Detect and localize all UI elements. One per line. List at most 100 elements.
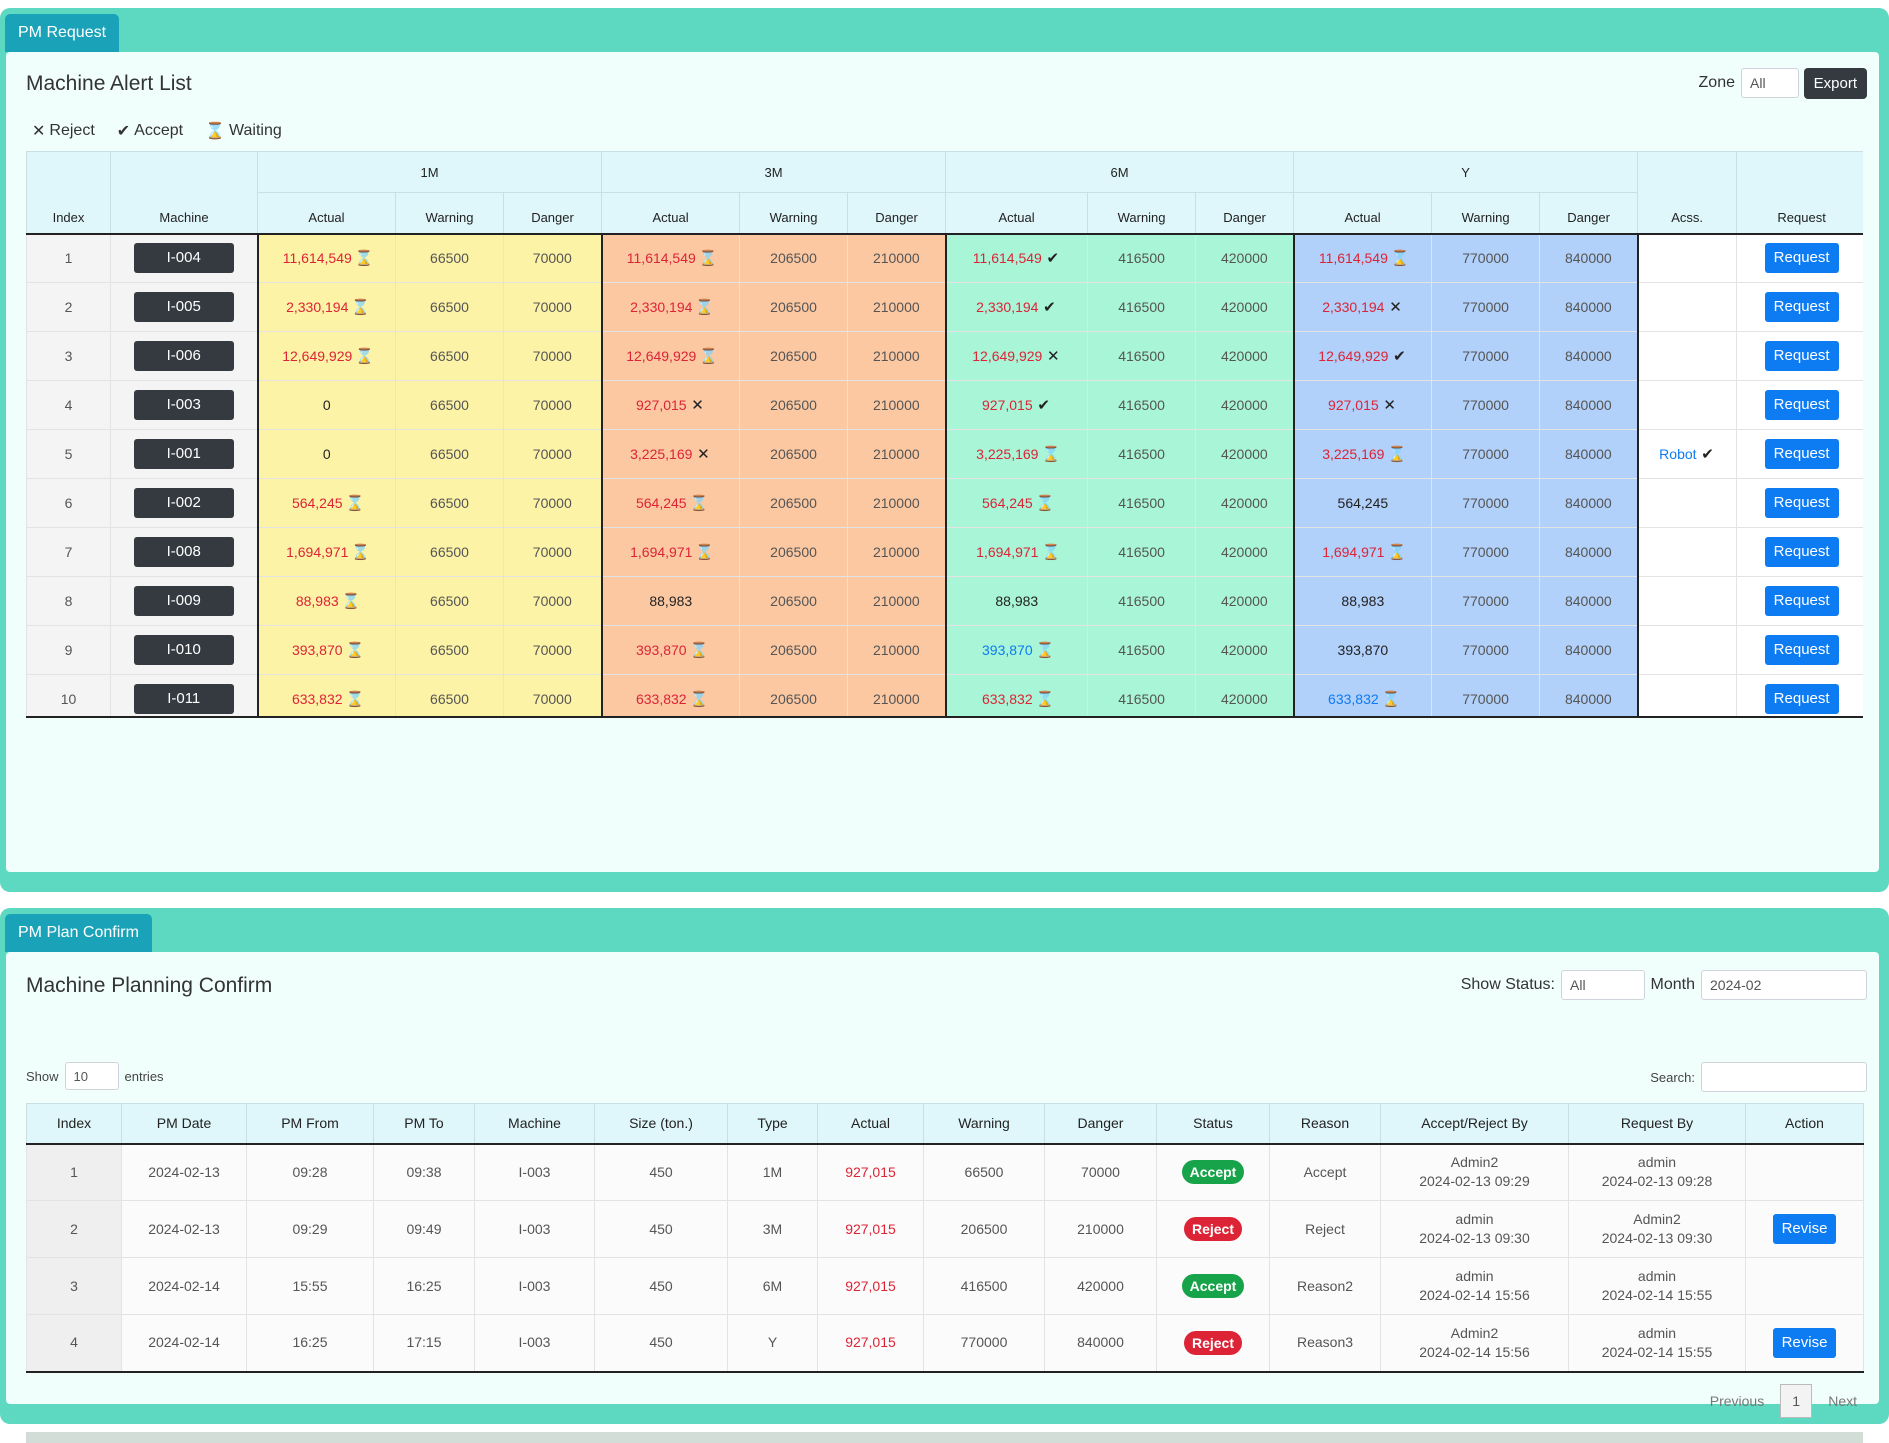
accept-reject-by-cell: Admin2 2024-02-14 15:56 xyxy=(1380,1314,1569,1372)
actual-value: 393,870 xyxy=(635,642,687,658)
actual-value: 11,614,549 xyxy=(1318,250,1388,267)
zone-select[interactable]: All xyxy=(1741,68,1799,98)
revise-button[interactable]: Revise xyxy=(1772,1214,1837,1244)
col-type[interactable]: Type xyxy=(727,1103,818,1144)
warning-cell: 770000 xyxy=(1431,625,1541,675)
page-length-select[interactable]: 10 xyxy=(64,1062,119,1090)
col-accept-reject-by[interactable]: Accept/Reject By xyxy=(1380,1103,1569,1144)
machine-cell: I-009 xyxy=(110,576,258,626)
actual-cell: 12,649,929 ⌛ xyxy=(256,331,396,381)
tab-pm-plan-confirm[interactable]: PM Plan Confirm xyxy=(5,914,152,952)
next-button[interactable]: Next xyxy=(1828,1393,1857,1409)
col-warning[interactable]: Warning xyxy=(923,1103,1045,1144)
request-button[interactable]: Request xyxy=(1764,292,1839,322)
col-actual[interactable]: Actual xyxy=(817,1103,924,1144)
status-select[interactable]: All xyxy=(1561,970,1645,1000)
col-danger[interactable]: Danger xyxy=(1044,1103,1157,1144)
x-icon: ✕ xyxy=(1047,348,1060,365)
request-button[interactable]: Request xyxy=(1764,488,1839,518)
machine-badge[interactable]: I-001 xyxy=(133,439,234,469)
col-action[interactable]: Action xyxy=(1745,1103,1864,1144)
actual-value: 927,015 xyxy=(845,1220,896,1237)
col-size-ton[interactable]: Size (ton.) xyxy=(594,1103,728,1144)
status-cell: Reject xyxy=(1156,1200,1270,1258)
col-pm-from[interactable]: PM From xyxy=(246,1103,374,1144)
col-machine[interactable]: Machine xyxy=(474,1103,595,1144)
actual-cell: 88,983 xyxy=(944,576,1089,626)
search-input[interactable] xyxy=(1701,1062,1867,1092)
machine-cell: I-010 xyxy=(110,625,258,675)
request-button[interactable]: Request xyxy=(1764,390,1839,420)
machine-cell: I-003 xyxy=(474,1257,595,1315)
month-input[interactable]: 2024-02 xyxy=(1701,970,1867,1000)
col-pm-date[interactable]: PM Date xyxy=(121,1103,247,1144)
request-button[interactable]: Request xyxy=(1764,684,1839,714)
actual-value: 393,870 xyxy=(982,642,1033,658)
request-button[interactable]: Request xyxy=(1764,243,1839,274)
hourglass-icon: ⌛ xyxy=(1381,691,1401,708)
danger-cell: 840000 xyxy=(1539,331,1639,381)
col-pm-to[interactable]: PM To xyxy=(373,1103,475,1144)
acss-cell xyxy=(1636,233,1738,283)
actual-value: 564,245 xyxy=(982,495,1033,511)
alert-table-scroll[interactable]: Index Machine 1M 3M 6M Y Acss. Request A… xyxy=(26,151,1863,718)
actual-value: 393,870 xyxy=(1337,642,1389,658)
col-request-by[interactable]: Request By xyxy=(1568,1103,1746,1144)
revise-button[interactable]: Revise xyxy=(1772,1327,1837,1358)
actual-cell: 927,015 xyxy=(817,1200,924,1258)
warning-cell: 770000 xyxy=(1431,380,1541,430)
acss-cell xyxy=(1636,282,1738,332)
actual-cell: 1,694,971 ⌛ xyxy=(1292,527,1433,577)
table-row: 3 2024-02-14 15:55 16:25 I-003 450 6M 927,015 41… xyxy=(26,1257,1864,1315)
col-reason[interactable]: Reason xyxy=(1269,1103,1381,1144)
actual-cell: 88,983 ⌛ xyxy=(256,576,396,626)
actual-value: 564,245 xyxy=(291,495,343,511)
hourglass-icon: ⌛ xyxy=(698,250,718,268)
row-index: 4 xyxy=(26,1314,122,1372)
accept-reject-user: admin xyxy=(1455,1211,1494,1227)
export-button[interactable]: Export xyxy=(1803,68,1867,99)
machine-badge[interactable]: I-006 xyxy=(133,341,234,371)
status-label: Show Status: xyxy=(1460,976,1555,993)
action-cell: Revise xyxy=(1745,1314,1864,1372)
actual-cell: 11,614,549 ⌛ xyxy=(600,233,741,283)
machine-badge[interactable]: I-004 xyxy=(133,243,234,274)
page-1-button[interactable]: 1 xyxy=(1780,1384,1813,1418)
request-button[interactable]: Request xyxy=(1764,341,1839,371)
actual-value: 633,832 xyxy=(982,691,1033,707)
table-row: 3 I-006 12,649,929 ⌛ 66500 70000 12,649,929 ⌛ 20… xyxy=(26,331,1863,381)
machine-badge[interactable]: I-002 xyxy=(133,488,234,518)
machine-badge[interactable]: I-003 xyxy=(133,390,234,420)
request-button[interactable]: Request xyxy=(1764,635,1839,665)
card-title: Machine Planning Confirm xyxy=(26,974,273,997)
table-row: 4 2024-02-14 16:25 17:15 I-003 450 Y 927,015 770… xyxy=(26,1314,1864,1372)
col-1m-actual: Actual xyxy=(257,192,396,234)
col-6m-danger: Danger xyxy=(1195,192,1295,234)
request-button[interactable]: Request xyxy=(1764,439,1839,469)
request-button[interactable]: Request xyxy=(1764,537,1839,567)
hourglass-icon: ⌛ xyxy=(351,544,371,561)
machine-badge[interactable]: I-011 xyxy=(133,684,234,714)
pm-from-cell: 09:29 xyxy=(246,1200,374,1258)
warning-cell: 206500 xyxy=(739,527,849,577)
warning-cell: 206500 xyxy=(739,429,849,479)
danger-cell: 210000 xyxy=(847,282,947,332)
machine-badge[interactable]: I-010 xyxy=(133,635,234,665)
previous-button[interactable]: Previous xyxy=(1710,1393,1764,1409)
actual-value: 633,832 xyxy=(291,691,343,707)
warning-cell: 206500 xyxy=(739,625,849,675)
danger-cell: 210000 xyxy=(847,331,947,381)
actual-cell: 11,614,549 ✔ xyxy=(944,233,1089,283)
acss-link[interactable]: Robot xyxy=(1659,446,1696,462)
machine-badge[interactable]: I-009 xyxy=(133,586,234,616)
machine-badge[interactable]: I-005 xyxy=(133,292,234,322)
actual-value: 927,015 xyxy=(845,1277,896,1294)
table-row: 7 I-008 1,694,971 ⌛ 66500 70000 1,694,971 ⌛ 2065… xyxy=(26,527,1863,577)
machine-badge[interactable]: I-008 xyxy=(133,537,234,567)
col-status[interactable]: Status xyxy=(1156,1103,1270,1144)
machine-cell: I-003 xyxy=(474,1143,595,1201)
tab-pm-request[interactable]: PM Request xyxy=(5,14,120,52)
actual-value: 3,225,169 xyxy=(630,446,693,462)
request-button[interactable]: Request xyxy=(1764,586,1839,616)
col-index[interactable]: Index xyxy=(26,1103,122,1144)
